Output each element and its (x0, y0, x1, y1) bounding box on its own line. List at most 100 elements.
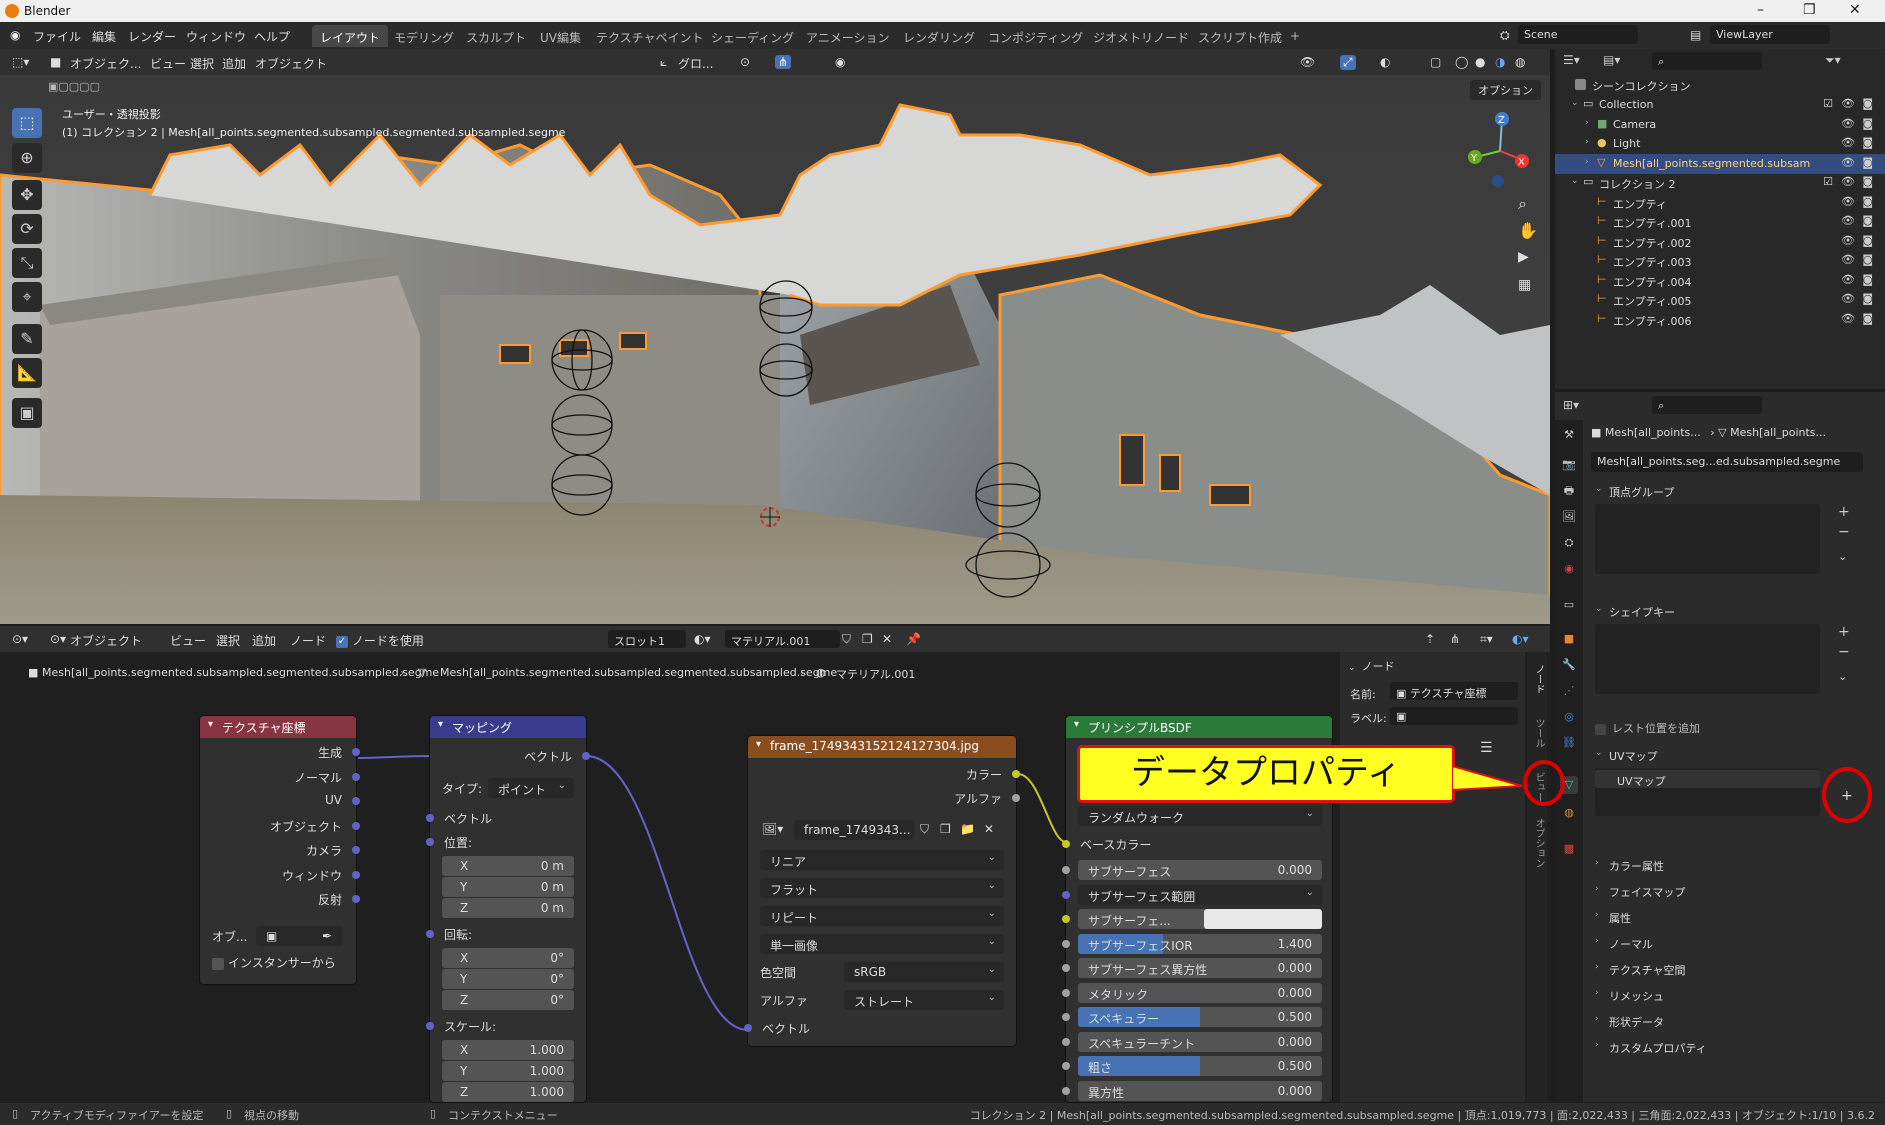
proportional-edit-icon[interactable]: ◉ (835, 55, 845, 69)
bsdf-field[interactable]: サブサーフェスIOR 1.400 (1078, 933, 1322, 954)
texcoord-output-socket[interactable] (352, 797, 360, 805)
shape-key-add-icon[interactable]: + (1838, 624, 1850, 640)
selection-mode-buttons[interactable]: ▣▢▢▢▢ (44, 80, 136, 96)
panel-color-attributes[interactable]: › カラー属性 (1591, 854, 1881, 876)
texcoord-output-socket[interactable] (352, 895, 360, 903)
transform-tool[interactable]: ⌖ (12, 282, 42, 312)
mapping-scl-x-field[interactable]: X 1.000 (442, 1040, 574, 1060)
shape-keys-list[interactable] (1595, 624, 1820, 694)
add-cube-tool[interactable]: ▣ (12, 398, 42, 428)
mapping-scl-y-field[interactable]: Y 1.000 (442, 1061, 574, 1081)
node-list-icon[interactable]: ☰ (1480, 740, 1493, 756)
tab-layout[interactable]: レイアウト (312, 25, 389, 47)
mapping-output-socket[interactable] (582, 752, 590, 760)
physics-tab-icon[interactable]: ◎ (1560, 708, 1578, 726)
tool-tab-icon[interactable]: ⚒ (1560, 426, 1578, 444)
outliner-item[interactable]: › ● Light 👁 ◙ (1555, 134, 1885, 154)
visibility-eye-icon[interactable]: 👁 (1841, 273, 1855, 286)
uv-maps-list[interactable]: UVマップ (1595, 768, 1820, 816)
panel-face-maps[interactable]: › フェイスマップ (1591, 880, 1881, 902)
vertex-group-add-icon[interactable]: + (1838, 504, 1850, 520)
pin-icon[interactable]: 📌 (906, 632, 921, 646)
bsdf-input-socket[interactable] (1062, 988, 1070, 997)
tab-shading[interactable]: シェーディング (703, 25, 802, 47)
material-slot-selector[interactable]: スロット1 (608, 630, 686, 648)
sidebar-tab-options[interactable]: オプション (1531, 818, 1546, 868)
bsdf-field[interactable]: スペキュラー 0.500 (1078, 1007, 1322, 1027)
bsdf-field[interactable]: メタリック 0.000 (1078, 982, 1322, 1003)
outliner-item[interactable]: ⌄ ▭ コレクション 2 ☑ 👁 ◙ (1555, 173, 1885, 193)
texcoord-output-socket[interactable] (352, 772, 360, 781)
viewport-menu-view[interactable]: ビュー (150, 55, 186, 72)
bsdf-input-socket[interactable] (1062, 1086, 1070, 1095)
image-unlink-icon[interactable]: ✕ (984, 822, 994, 836)
mapping-rot-y-field[interactable]: Y 0° (442, 969, 574, 989)
bsdf-input-socket[interactable] (1062, 1062, 1070, 1070)
tab-texture-paint[interactable]: テクスチャペイント (588, 25, 712, 47)
view-layer-tab-icon[interactable]: 🖼 (1560, 508, 1578, 526)
bsdf-input-socket[interactable] (1062, 1037, 1070, 1046)
image-projection-dropdown[interactable]: フラット ⌄ (760, 878, 1004, 898)
bsdf-input-socket[interactable] (1062, 915, 1070, 923)
outliner-item[interactable]: ⊢ エンプティ 👁 ◙ (1555, 193, 1885, 213)
rest-position-checkbox[interactable]: レスト位置を追加 (1595, 720, 1700, 736)
annotate-tool[interactable]: ✎ (12, 324, 42, 354)
node-menu-select[interactable]: 選択 (216, 632, 240, 649)
maximize-button[interactable]: ❐ (1803, 2, 1816, 18)
render-visibility-icon[interactable]: ◙ (1862, 214, 1873, 227)
shader-type-icon[interactable]: ⊙▾ (50, 632, 66, 646)
rotate-tool[interactable]: ⟳ (12, 214, 42, 244)
viewport-menu-add[interactable]: 追加 (222, 55, 246, 72)
modifier-tab-icon[interactable]: 🔧 (1560, 656, 1578, 674)
alpha-mode-dropdown[interactable]: ストレート ⌄ (844, 990, 1004, 1010)
tab-sculpt[interactable]: スカルプト (458, 25, 534, 47)
scene-selector[interactable]: Scene (1518, 25, 1638, 44)
image-interpolation-dropdown[interactable]: リニア ⌄ (760, 850, 1004, 870)
menu-help[interactable]: ヘルプ (254, 28, 290, 45)
outliner-filter-icon[interactable]: ⏷▾ (1825, 53, 1841, 68)
pan-hand-icon[interactable]: ✋ (1518, 221, 1538, 240)
visibility-eye-icon[interactable]: 👁 (1841, 195, 1855, 208)
image-name-field[interactable]: frame_1749343... (794, 820, 914, 840)
visibility-eye-icon[interactable]: 👁 (1841, 214, 1855, 227)
snap-icon[interactable]: ⋔ (775, 55, 792, 69)
render-visibility-icon[interactable]: ◙ (1862, 117, 1873, 130)
subsurface-color-swatch[interactable] (1204, 909, 1322, 929)
image-fake-user-icon[interactable]: ⛉ (920, 822, 929, 837)
xray-icon[interactable]: ▢ (1430, 55, 1441, 69)
shape-key-remove-icon[interactable]: − (1838, 644, 1850, 660)
tab-geometry-nodes[interactable]: ジオメトリノード (1085, 25, 1197, 47)
fake-user-icon[interactable]: ⛉ (842, 632, 851, 647)
vertex-group-remove-icon[interactable]: − (1838, 524, 1850, 540)
node-object-mode[interactable]: オブジェクト (70, 632, 142, 649)
visibility-eye-icon[interactable]: 👁 (1841, 312, 1855, 325)
parent-node-icon[interactable]: ⇡ (1425, 632, 1435, 646)
perspective-grid-icon[interactable]: ▦ (1518, 277, 1531, 293)
outliner-expand-icon[interactable]: › (1585, 118, 1589, 128)
bsdf-input-socket[interactable] (1062, 866, 1070, 874)
move-tool[interactable]: ✥ (12, 180, 42, 210)
visibility-eye-icon[interactable]: 👁 (1841, 117, 1855, 130)
render-visibility-icon[interactable]: ◙ (1862, 292, 1873, 305)
bsdf-field[interactable]: スペキュラーチント 0.000 (1078, 1031, 1322, 1052)
shading-rendered-icon[interactable]: ◍ (1515, 55, 1525, 69)
particles-tab-icon[interactable]: ⋰ (1560, 682, 1578, 700)
image-browse-icon[interactable]: 🖼▾ (762, 822, 783, 836)
bsdf-field[interactable]: 粗さ 0.500 (1078, 1056, 1322, 1076)
mapping-rotation-socket[interactable] (426, 930, 434, 938)
node-editor-type-icon[interactable]: ⊙▾ (12, 632, 28, 646)
world-tab-icon[interactable]: ◉ (1560, 560, 1578, 578)
node-bsdf-header[interactable]: プリンシプルBSDF (1066, 716, 1332, 738)
collection-exclude-checkbox[interactable]: ☑ (1823, 97, 1833, 110)
render-visibility-icon[interactable]: ◙ (1862, 156, 1873, 169)
output-tab-icon[interactable]: 🖶 (1560, 482, 1578, 500)
material-browse-icon[interactable]: ◐▾ (694, 632, 711, 646)
zoom-icon[interactable]: ⌕ (1518, 194, 1527, 214)
sidebar-tab-tool[interactable]: ツール (1531, 718, 1546, 748)
panel-normals[interactable]: › ノーマル (1591, 932, 1881, 954)
select-box-tool[interactable]: ⬚ (12, 108, 42, 138)
render-visibility-icon[interactable]: ◙ (1862, 312, 1873, 325)
visibility-eye-icon[interactable]: 👁 (1841, 292, 1855, 305)
bsdf-field[interactable]: サブサーフェ... (1078, 909, 1322, 929)
panel-attributes[interactable]: › 属性 (1591, 906, 1881, 928)
